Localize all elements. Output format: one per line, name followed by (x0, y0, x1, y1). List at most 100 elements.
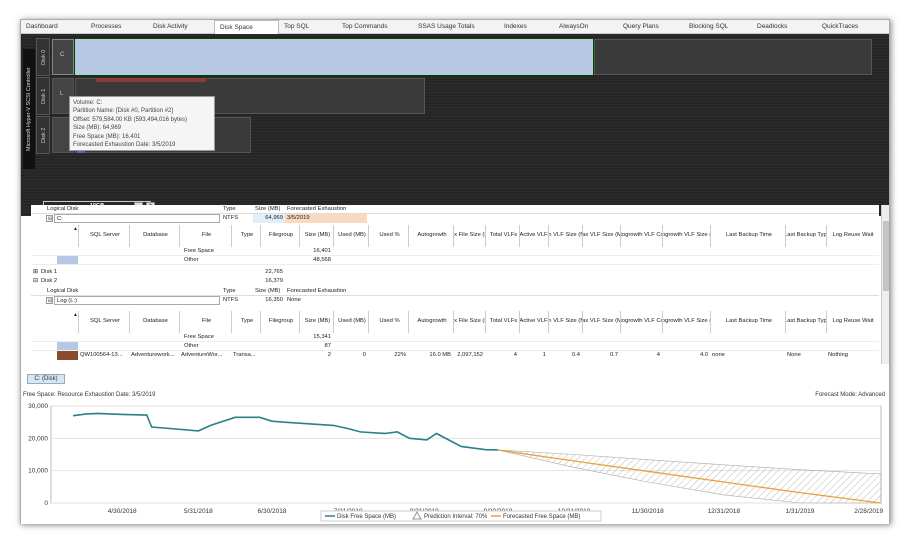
chart-title: Free Space: Resource Exhaustion Date: 3/… (23, 392, 156, 398)
disk-chip[interactable]: C: (Disk) (27, 374, 65, 384)
x-tick-label: 2/28/2019 (854, 508, 883, 515)
disk0-small-partition[interactable]: C (52, 39, 74, 75)
file-row[interactable]: Other 87 (31, 342, 879, 351)
tab-blocking-sql[interactable]: Blocking SQL (684, 20, 752, 34)
col-sql-server: SQL Server (78, 311, 129, 333)
file-row[interactable]: Other 48,568 (31, 256, 879, 265)
disk0-volume-c[interactable] (75, 39, 593, 75)
tab-quicktraces[interactable]: QuickTraces (817, 20, 877, 34)
tab-deadlocks[interactable]: Deadlocks (752, 20, 817, 34)
col-filegroup: Filegroup (260, 311, 299, 333)
tab-dashboard[interactable]: Dashboard (21, 20, 86, 34)
logical-disk-header[interactable]: Logical Disk Type Size (MB) Forecasted Exha… (31, 287, 879, 296)
file-size: 87 (324, 343, 331, 349)
disk0-unallocated[interactable] (594, 39, 872, 75)
col-autogrowth-vlf-size-mb: Autogrowth VLF Size (MB) (662, 225, 710, 247)
col-type: Type (231, 225, 260, 247)
database-file-row[interactable]: QW100564-13... Adventurework... AdventureW… (31, 351, 879, 360)
col-max-file-size-mb: Max File Size (MB) (453, 225, 485, 247)
tab-indexes[interactable]: Indexes (499, 20, 554, 34)
logical-disk-header[interactable]: Logical Disk Type Size (MB) Forecasted Exha… (31, 205, 879, 214)
file-swatch (57, 351, 78, 360)
disk-row-1[interactable]: ⊞ Disk 1 22,765 (31, 268, 879, 277)
col-used: Used % (368, 225, 408, 247)
col-type: Type (231, 311, 260, 333)
col-logical-disk: Logical Disk (47, 206, 79, 212)
legend-interval: Prediction Interval: 70% (424, 514, 488, 520)
col-size-mb: Size (MB) (299, 311, 333, 333)
grid-scrollbar-thumb[interactable] (883, 221, 889, 291)
db-cell: AdventureWor... (181, 352, 223, 358)
logical-disk-name: Log (L:) (54, 296, 220, 305)
x-tick-label: 5/31/2018 (184, 508, 213, 515)
file-name: Other (184, 257, 199, 263)
logical-disk-row[interactable]: ⊟ C: NTFS 64,969 3/5/2019 (31, 214, 879, 223)
tab-top-sql[interactable]: Top SQL (279, 20, 337, 34)
tooltip-forecast: Forecasted Exhaustion Date: 3/5/2019 (73, 142, 176, 149)
tab-ssas-usage-totals[interactable]: SSAS Usage Totals (413, 20, 499, 34)
file-row[interactable]: Free Space 15,341 (31, 333, 879, 342)
disk-0-label[interactable]: Disk 0 (36, 38, 50, 76)
col-active-vlfs: Active VLFs (519, 225, 548, 247)
disk-2-label[interactable]: Disk 2 (36, 116, 50, 154)
col-last-backup-time: Last Backup Time (710, 311, 785, 333)
disk-1-label[interactable]: Disk 1 (36, 77, 50, 115)
logical-disk-size: 64,969 (253, 214, 285, 223)
x-tick-label: 12/31/2018 (708, 508, 741, 515)
tab-processes[interactable]: Processes (86, 20, 148, 34)
forecast-chart: 30,000 20,000 10,000 0 4/30/2018 5/31/2018 6/3… (28, 403, 884, 522)
logical-disk-forecast: 3/5/2019 (285, 214, 367, 223)
db-cell: 4 (656, 352, 660, 358)
legend-disk-free: Disk Free Space (MB) (337, 514, 396, 520)
db-cell: Adventurework... (131, 352, 175, 358)
db-cell: none (712, 352, 725, 358)
grid-scrollbar[interactable] (881, 205, 889, 364)
col-type: Type (223, 206, 236, 212)
disk-size: 16,379 (265, 278, 283, 284)
tab-disk-activity[interactable]: Disk Activity (148, 20, 214, 34)
col-used: Used % (368, 311, 408, 333)
y-tick-label: 30,000 (28, 403, 48, 410)
db-cell: Nothing (828, 352, 848, 358)
db-cell: 4.0 (699, 352, 708, 358)
col-max-vlf-size-mb: Max VLF Size (MB) (582, 225, 620, 247)
col-autogrowth: Autogrowth (408, 311, 453, 333)
tab-bar: Dashboard Processes Disk Activity Disk Spac… (21, 20, 889, 34)
file-grid-header[interactable]: SQL Server Database File Type Filegroup Size … (31, 311, 879, 333)
col-last-backup-type: Last Backup Type (785, 225, 826, 247)
col-autogrowth-vlf-count: Autogrowth VLF Count (620, 225, 662, 247)
col-autogrowth: Autogrowth (408, 225, 453, 247)
file-grid-header[interactable]: SQL Server Database File Type Filegroup Size … (31, 225, 879, 247)
col-active-vlfs: Active VLFs (519, 311, 548, 333)
col-autogrowth-vlf-size-mb: Autogrowth VLF Size (MB) (662, 311, 710, 333)
disk-row-2[interactable]: ⊟ Disk 2 16,379 (31, 277, 879, 286)
col-log-reuse-wait: Log Reuse Wait (826, 311, 877, 333)
col-forecast: Forecasted Exhaustion (287, 288, 347, 294)
tooltip-offset: Offset: 579,584.00 KB (593,494,016 bytes… (73, 116, 187, 123)
col-sql-server: SQL Server (78, 225, 129, 247)
tab-alwayson[interactable]: AlwaysOn (554, 20, 618, 34)
file-row[interactable]: Free Space 16,401 (31, 247, 879, 256)
db-cell: 0 (362, 352, 366, 358)
db-cell: 2,097,152 (457, 352, 483, 358)
sort-icon: ▲ (73, 312, 78, 318)
x-tick-label: 6/30/2018 (258, 508, 287, 515)
expand-icon: ⊞ (33, 269, 38, 275)
logical-disk-forecast: None (287, 297, 301, 303)
file-swatch (57, 256, 78, 264)
db-cell: Transa... (233, 352, 256, 358)
col-forecast: Forecasted Exhaustion (287, 206, 347, 212)
disk-grid: Logical Disk Type Size (MB) Forecasted Exha… (31, 205, 879, 364)
tooltip-partition: Partition Name: [Disk #0, Partition #2] (73, 108, 174, 115)
col-total-vlfs: Total VLFs (485, 311, 519, 333)
logical-disk-row[interactable]: ⊟ Log (L:) NTFS 16,350 None (31, 296, 879, 305)
tab-top-commands[interactable]: Top Commands (337, 20, 413, 34)
tab-query-plans[interactable]: Query Plans (618, 20, 684, 34)
db-cell: QW100564-13... (80, 352, 123, 358)
col-max-vlf-size-mb: Max VLF Size (MB) (582, 311, 620, 333)
tab-disk-space[interactable]: Disk Space (214, 20, 279, 34)
disk1-used-bar (96, 78, 206, 82)
file-name: Free Space (184, 248, 214, 254)
expand-icon: ⊟ (46, 215, 53, 222)
file-size: 16,401 (313, 248, 331, 254)
